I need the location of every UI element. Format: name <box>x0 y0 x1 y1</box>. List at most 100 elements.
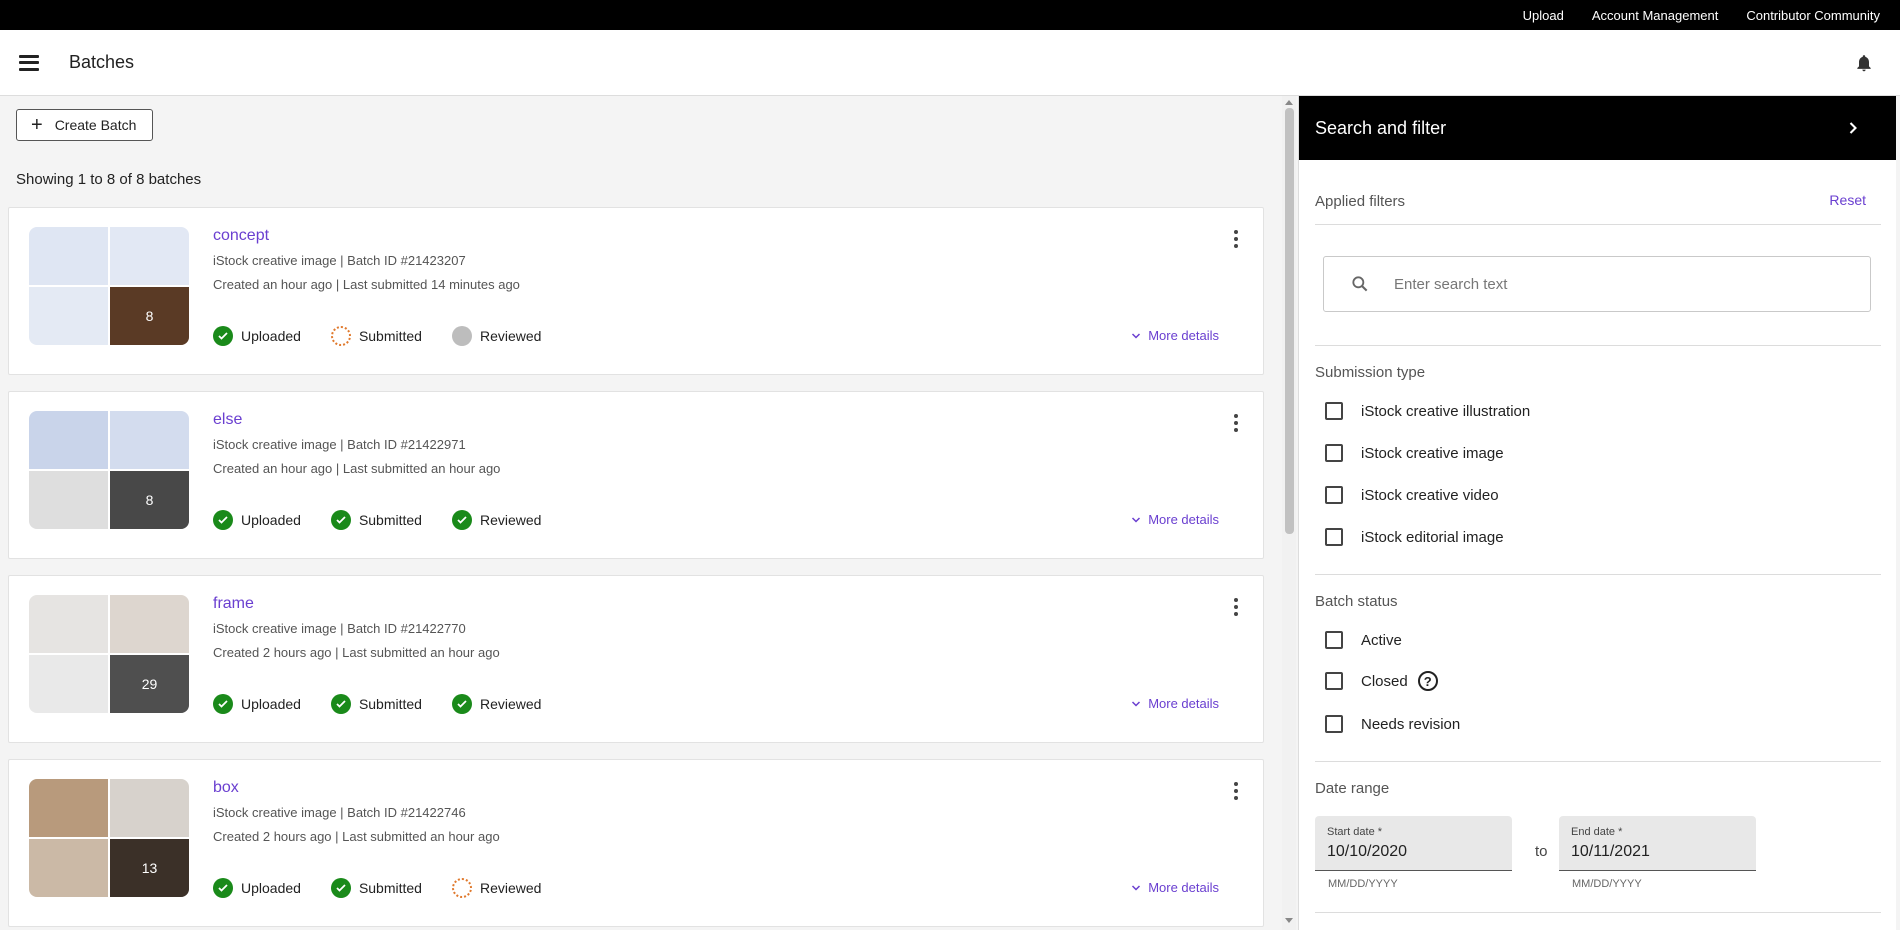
divider <box>1315 224 1881 225</box>
batch-thumbnail[interactable]: 29 <box>110 655 189 713</box>
create-batch-label: Create Batch <box>54 117 137 133</box>
submitted-status-icon <box>330 326 351 346</box>
batch-thumbnail[interactable] <box>110 595 189 653</box>
batch-info: iStock creative image | Batch ID #214232… <box>213 253 466 268</box>
checkbox-box[interactable] <box>1325 486 1343 504</box>
checkbox-box[interactable] <box>1325 631 1343 649</box>
start-date-field[interactable]: Start date * 10/10/2020 <box>1315 816 1512 871</box>
batch-status-row: Uploaded Submitted Reviewed <box>213 878 571 898</box>
submitted-status: Submitted <box>330 694 422 714</box>
checkbox-label: iStock creative image <box>1361 444 1504 462</box>
batch-title-link[interactable]: box <box>213 779 239 797</box>
batch-title-link[interactable]: else <box>213 411 242 429</box>
batch-dates: Created 2 hours ago | Last submitted an … <box>213 829 500 844</box>
status-label: Reviewed <box>479 696 542 712</box>
batch-thumbnail[interactable] <box>29 655 108 713</box>
checkbox-istock-creative-illustration[interactable]: iStock creative illustration <box>1325 402 1530 420</box>
scroll-down-arrow-icon[interactable] <box>1285 918 1293 923</box>
batch-thumbnail[interactable] <box>29 839 108 897</box>
more-options-icon[interactable] <box>1233 414 1239 432</box>
chevron-down-icon <box>1132 700 1141 707</box>
batch-thumbnail[interactable] <box>110 411 189 469</box>
chevron-down-icon <box>1132 884 1141 891</box>
batch-title-link[interactable]: concept <box>213 227 269 245</box>
end-date-value[interactable]: 10/11/2021 <box>1571 843 1650 861</box>
batch-thumbnails[interactable]: 8 <box>29 411 189 529</box>
batch-thumbnail[interactable]: 13 <box>110 839 189 897</box>
batch-thumbnail[interactable] <box>29 287 108 345</box>
submitted-status: Submitted <box>330 878 422 898</box>
divider <box>1315 761 1881 762</box>
bell-icon[interactable] <box>1854 52 1874 74</box>
batch-info: iStock creative image | Batch ID #214227… <box>213 805 466 820</box>
account-management-link[interactable]: Account Management <box>1592 8 1718 23</box>
batch-thumbnail[interactable]: 8 <box>110 471 189 529</box>
batch-info: iStock creative image | Batch ID #214229… <box>213 437 466 452</box>
more-details-toggle[interactable]: More details <box>1130 696 1219 711</box>
batch-thumbnails[interactable]: 29 <box>29 595 189 713</box>
checkbox-box[interactable] <box>1325 402 1343 420</box>
divider <box>1315 574 1881 575</box>
image-count: 29 <box>110 655 189 713</box>
divider <box>1315 912 1881 913</box>
checkbox-istock-creative-image[interactable]: iStock creative image <box>1325 444 1504 462</box>
scroll-up-arrow-icon[interactable] <box>1285 100 1293 105</box>
menu-icon[interactable] <box>19 54 39 71</box>
more-details-label: More details <box>1148 328 1219 343</box>
batch-thumbnail[interactable] <box>29 227 108 285</box>
checkbox-box[interactable] <box>1325 444 1343 462</box>
checkbox-box[interactable] <box>1325 672 1343 690</box>
more-options-icon[interactable] <box>1233 598 1239 616</box>
top-nav-bar: Upload Account Management Contributor Co… <box>0 0 1900 30</box>
batch-status-row: Uploaded Submitted Reviewed <box>213 694 571 714</box>
search-field[interactable] <box>1323 256 1871 312</box>
more-details-toggle[interactable]: More details <box>1130 512 1219 527</box>
checkbox-active[interactable]: Active <box>1325 631 1402 649</box>
batch-thumbnail[interactable] <box>29 779 108 837</box>
contributor-community-link[interactable]: Contributor Community <box>1746 8 1880 23</box>
checkbox-box[interactable] <box>1325 528 1343 546</box>
upload-link[interactable]: Upload <box>1523 8 1564 23</box>
create-batch-button[interactable]: + Create Batch <box>16 109 153 141</box>
batch-dates: Created 2 hours ago | Last submitted an … <box>213 645 500 660</box>
reset-button[interactable]: Reset <box>1829 192 1866 208</box>
more-details-toggle[interactable]: More details <box>1130 880 1219 895</box>
reviewed-status-icon <box>451 326 472 346</box>
checkbox-istock-creative-video[interactable]: iStock creative video <box>1325 486 1499 504</box>
batch-thumbnail[interactable] <box>110 779 189 837</box>
checkbox-needs-revision[interactable]: Needs revision <box>1325 715 1460 733</box>
batch-card: 29 frame iStock creative image | Batch I… <box>8 575 1264 743</box>
checkbox-closed[interactable]: Closed ? <box>1325 671 1438 691</box>
date-range-label: Date range <box>1315 780 1390 797</box>
status-label: Submitted <box>358 328 422 344</box>
submission-type-label: Submission type <box>1315 364 1426 381</box>
date-range-separator: to <box>1535 843 1548 860</box>
image-count: 8 <box>110 471 189 529</box>
batch-thumbnails[interactable]: 8 <box>29 227 189 345</box>
more-details-toggle[interactable]: More details <box>1130 328 1219 343</box>
more-options-icon[interactable] <box>1233 230 1239 248</box>
help-icon[interactable]: ? <box>1417 671 1438 691</box>
start-date-value[interactable]: 10/10/2020 <box>1327 843 1407 861</box>
batch-thumbnail[interactable] <box>110 227 189 285</box>
uploaded-status: Uploaded <box>213 510 301 530</box>
more-options-icon[interactable] <box>1233 782 1239 800</box>
more-details-label: More details <box>1148 696 1219 711</box>
status-label: Reviewed <box>479 880 542 896</box>
main-scrollbar-thumb[interactable] <box>1285 108 1294 534</box>
batch-thumbnails[interactable]: 13 <box>29 779 189 897</box>
batch-thumbnail[interactable] <box>29 595 108 653</box>
batch-thumbnail[interactable]: 8 <box>110 287 189 345</box>
batch-list-area: + Create Batch Showing 1 to 8 of 8 batch… <box>0 96 1282 930</box>
uploaded-status: Uploaded <box>213 694 301 714</box>
search-filter-panel: Search and filter Applied filters Reset … <box>1298 96 1896 930</box>
batch-title-link[interactable]: frame <box>213 595 254 613</box>
batch-thumbnail[interactable] <box>29 411 108 469</box>
end-date-field[interactable]: End date * 10/11/2021 <box>1559 816 1756 871</box>
chevron-right-icon[interactable] <box>1843 118 1863 138</box>
checkbox-box[interactable] <box>1325 715 1343 733</box>
batch-thumbnail[interactable] <box>29 471 108 529</box>
checkbox-istock-editorial-image[interactable]: iStock editorial image <box>1325 528 1504 546</box>
search-input[interactable] <box>1394 275 1834 293</box>
checkbox-label: iStock creative illustration <box>1361 402 1531 420</box>
